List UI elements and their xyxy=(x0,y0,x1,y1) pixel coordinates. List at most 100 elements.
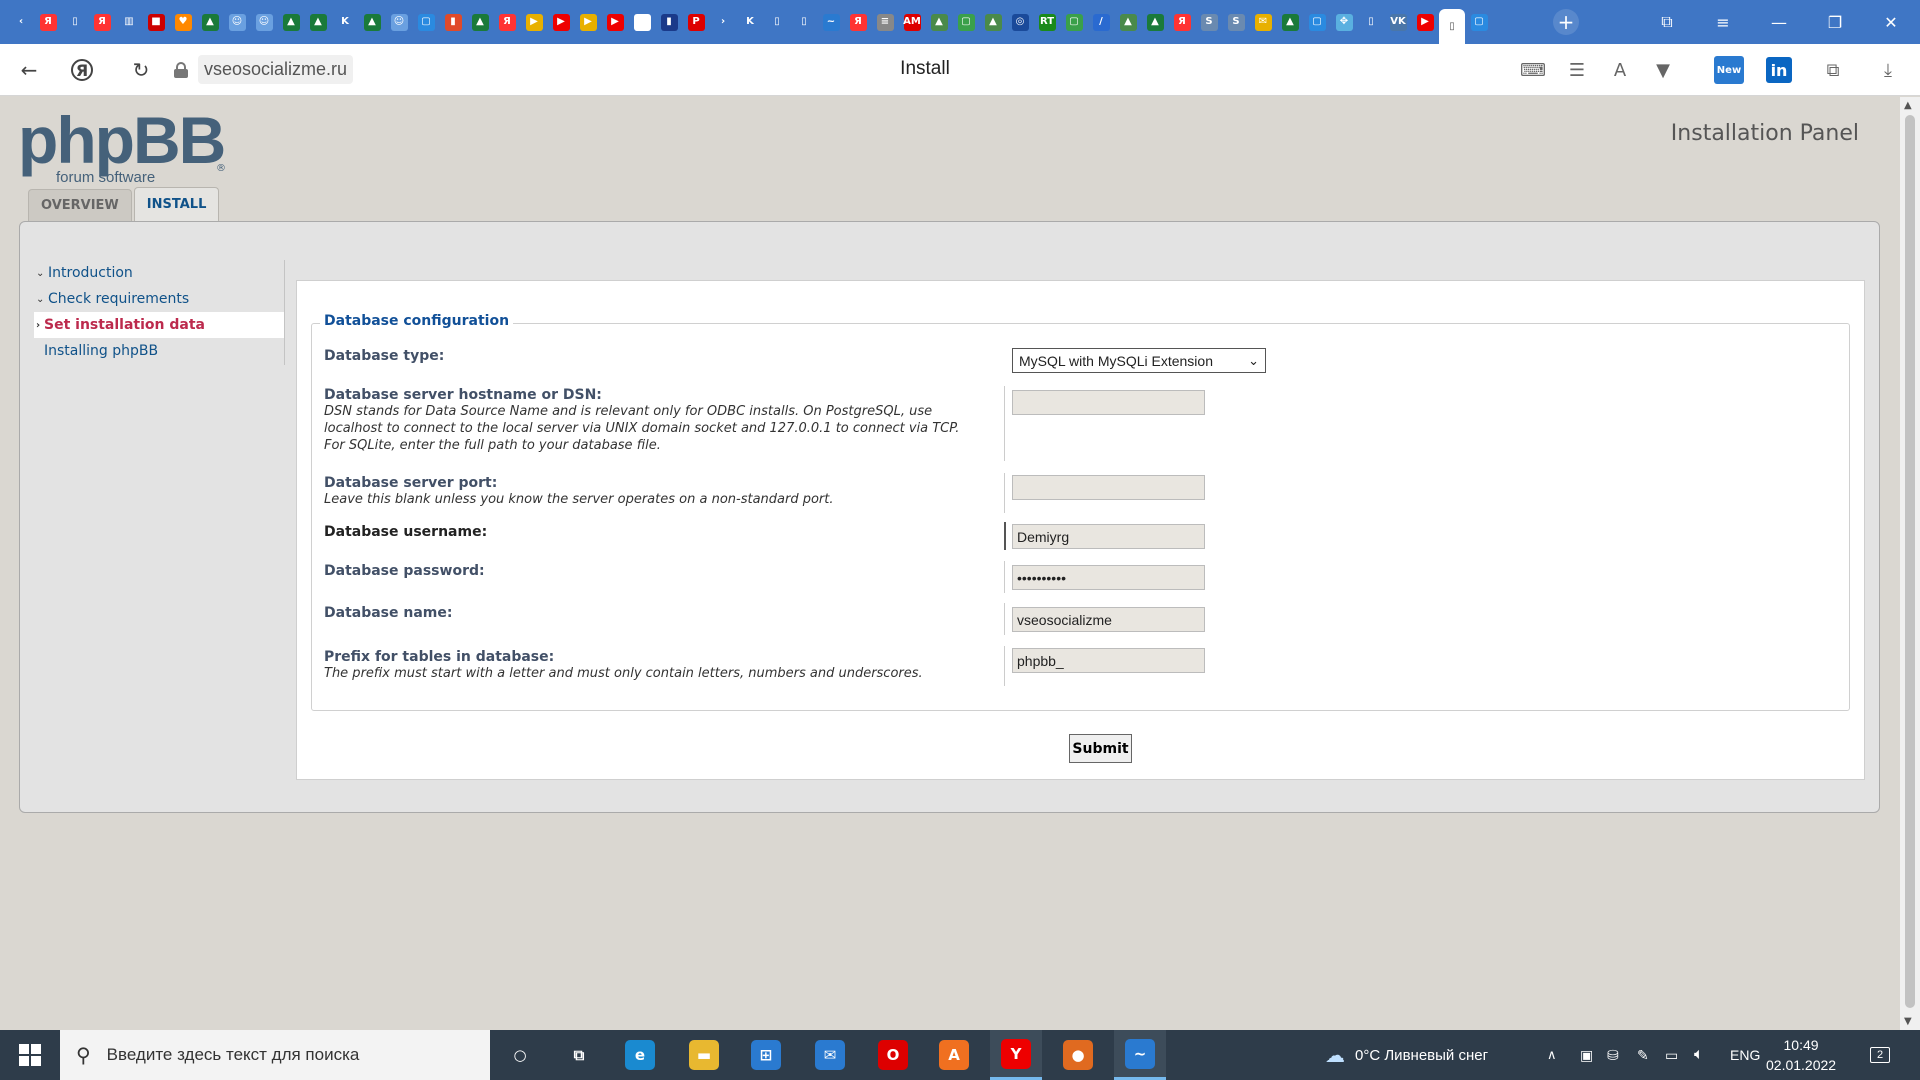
tab-favicon-play-tab[interactable]: ▶ xyxy=(575,9,601,35)
tab-favicon-bars-tab[interactable]: ▮ xyxy=(440,9,466,35)
tab-favicon-doc-active-tab[interactable]: ▯ xyxy=(1439,9,1465,44)
tab-favicon-book-tab[interactable]: ▮ xyxy=(656,9,682,35)
tab-favicon-youtube-tab[interactable]: ▶ xyxy=(1412,9,1438,35)
new-tab-button[interactable]: + xyxy=(1553,9,1579,35)
tab-favicon-wiki-tab[interactable]: W xyxy=(629,9,655,35)
db-type-select[interactable]: MySQL with MySQLi Extension ⌄ xyxy=(1012,348,1266,373)
tab-favicon-green-tab[interactable]: ▲ xyxy=(278,9,304,35)
menu-item-check-requirements[interactable]: ⌄ Check requirements xyxy=(34,286,284,312)
app-wave-taskbar-button[interactable]: ~ xyxy=(1114,1030,1166,1080)
tab-favicon-play-tab[interactable]: ▶ xyxy=(521,9,547,35)
menu-item-label[interactable]: Installing phpBB xyxy=(44,343,158,359)
volume-icon[interactable]: 🔈︎ xyxy=(1694,1030,1704,1080)
db-username-input[interactable] xyxy=(1012,524,1205,549)
tab-favicon-yandex-tab[interactable]: Я xyxy=(35,9,61,35)
translate-icon[interactable]: ⌨ xyxy=(1519,56,1547,84)
tab-favicon-back-tab[interactable]: ‹ xyxy=(8,9,34,35)
tab-favicon-green-tab[interactable]: ▲ xyxy=(1142,9,1168,35)
tab-favicon-mail-tab[interactable]: ✉ xyxy=(1250,9,1276,35)
tab-favicon-chat-tab[interactable]: ▢ xyxy=(953,9,979,35)
start-button[interactable] xyxy=(0,1030,60,1080)
menu-item-label[interactable]: Introduction xyxy=(48,265,133,281)
new-extension-icon[interactable]: New xyxy=(1714,56,1744,84)
downloads-icon[interactable]: ⤓ xyxy=(1874,56,1902,84)
tab-favicon-people-tab[interactable]: ☺ xyxy=(251,9,277,35)
tab-favicon-slash-tab[interactable]: / xyxy=(1088,9,1114,35)
page-scrollbar[interactable]: ▲ ▼ xyxy=(1900,97,1920,1030)
tab-favicon-chat-tab[interactable]: ▢ xyxy=(1304,9,1330,35)
tab-favicon-wave-tab[interactable]: ~ xyxy=(818,9,844,35)
tab-favicon-people-tab[interactable]: ☺ xyxy=(386,9,412,35)
tab-favicon-yandex-tab[interactable]: Я xyxy=(494,9,520,35)
tray-camera-icon[interactable]: ▣ xyxy=(1580,1030,1593,1080)
tab-favicon-youtube-tab[interactable]: ▶ xyxy=(548,9,574,35)
mail-taskbar-button[interactable]: ✉ xyxy=(804,1030,856,1080)
tab-install[interactable]: INSTALL xyxy=(133,187,220,221)
tab-favicon-dots-tab[interactable]: ✥ xyxy=(1331,9,1357,35)
tab-favicon-k-tab[interactable]: K xyxy=(737,9,763,35)
edge-taskbar-button[interactable]: e xyxy=(614,1030,666,1080)
db-prefix-input[interactable] xyxy=(1012,648,1205,673)
tab-favicon-doc-tab[interactable]: ▯ xyxy=(1358,9,1384,35)
tab-favicon-graph-tab[interactable]: ▲ xyxy=(1115,9,1141,35)
yandex-browser-taskbar-button[interactable]: Y xyxy=(990,1030,1042,1080)
tab-favicon-green-tab[interactable]: ▲ xyxy=(359,9,385,35)
menu-item-label[interactable]: Set installation data xyxy=(44,317,205,333)
tab-favicon-s-tab[interactable]: S xyxy=(1223,9,1249,35)
tab-favicon-chat-tab[interactable]: ▢ xyxy=(413,9,439,35)
network-icon[interactable]: ▭ xyxy=(1665,1030,1678,1080)
tab-favicon-stripes-tab[interactable]: ≡ xyxy=(872,9,898,35)
tab-overview[interactable]: OVERVIEW xyxy=(28,189,132,221)
tab-favicon-bookmark-tab[interactable]: ■ xyxy=(143,9,169,35)
tab-favicon-arrow-tab[interactable]: › xyxy=(710,9,736,35)
tab-favicon-am-tab[interactable]: AM xyxy=(899,9,925,35)
db-port-input[interactable] xyxy=(1012,475,1205,500)
tab-favicon-youtube-tab[interactable]: ▶ xyxy=(602,9,628,35)
tab-favicon-heart-tab[interactable]: ♥ xyxy=(170,9,196,35)
minimize-icon[interactable]: — xyxy=(1766,9,1792,35)
tray-disk-icon[interactable]: ⛁ xyxy=(1607,1030,1619,1080)
close-window-icon[interactable]: ✕ xyxy=(1878,9,1904,35)
tab-favicon-doc-tab[interactable]: ▯ xyxy=(791,9,817,35)
tab-favicon-green-tab[interactable]: ▲ xyxy=(467,9,493,35)
tab-favicon-chat-tab[interactable]: ▢ xyxy=(1466,9,1492,35)
menu-item-label[interactable]: Check requirements xyxy=(48,291,189,307)
scroll-thumb[interactable] xyxy=(1905,115,1915,1008)
opera-taskbar-button[interactable]: O xyxy=(867,1030,919,1080)
notifications-icon[interactable]: 2 xyxy=(1870,1030,1890,1080)
clock[interactable]: 10:49 02.01.2022 xyxy=(1766,1035,1836,1075)
scroll-down-icon[interactable]: ▼ xyxy=(1904,1016,1912,1027)
tab-favicon-k-tab[interactable]: K xyxy=(332,9,358,35)
tab-favicon-green-tab[interactable]: ▲ xyxy=(197,9,223,35)
show-hidden-icons[interactable]: ∧ xyxy=(1547,1030,1557,1080)
menu-item-installing-phpbb[interactable]: Installing phpBB xyxy=(34,338,284,364)
linkedin-icon[interactable]: in xyxy=(1766,57,1792,83)
tab-favicon-chart-tab[interactable]: ▥ xyxy=(116,9,142,35)
tab-favicon-pdf-tab[interactable]: P xyxy=(683,9,709,35)
explorer-taskbar-button[interactable]: ▬ xyxy=(678,1030,730,1080)
tab-favicon-graph-tab[interactable]: ▲ xyxy=(926,9,952,35)
store-taskbar-button[interactable]: ⊞ xyxy=(740,1030,792,1080)
tab-favicon-green-tab[interactable]: ▲ xyxy=(1277,9,1303,35)
restore-icon[interactable]: ❐ xyxy=(1822,9,1848,35)
db-password-input[interactable] xyxy=(1012,565,1205,590)
reader-mode-icon[interactable]: ☰ xyxy=(1563,56,1591,84)
tab-favicon-vk-tab[interactable]: VK xyxy=(1385,9,1411,35)
taskbar-search-box[interactable]: ⚲ Введите здесь текст для поиска xyxy=(60,1030,490,1080)
tab-favicon-s-tab[interactable]: S xyxy=(1196,9,1222,35)
tray-pen-icon[interactable]: ✎ xyxy=(1637,1030,1649,1080)
menu-item-introduction[interactable]: ⌄ Introduction xyxy=(34,260,284,286)
cortana-taskbar-button[interactable]: ○ xyxy=(494,1030,546,1080)
tabs-panel-icon[interactable]: ⧉ xyxy=(1654,9,1680,35)
tab-favicon-people-tab[interactable]: ☺ xyxy=(224,9,250,35)
bookmark-icon[interactable]: ▼ xyxy=(1649,56,1677,84)
phpbb-logo[interactable]: phpBB forum software ® xyxy=(18,107,228,187)
menu-item-set-installation-data[interactable]: › Set installation data xyxy=(34,312,284,338)
task-view-taskbar-button[interactable]: ⧉ xyxy=(553,1030,605,1080)
extension-icon[interactable]: ⧉ xyxy=(1819,56,1847,84)
db-name-input[interactable] xyxy=(1012,607,1205,632)
tab-favicon-yandex-tab[interactable]: Я xyxy=(1169,9,1195,35)
tab-favicon-globe-tab[interactable]: ◎ xyxy=(1007,9,1033,35)
tab-favicon-chat-tab[interactable]: ▢ xyxy=(1061,9,1087,35)
tab-favicon-graph-tab[interactable]: ▲ xyxy=(980,9,1006,35)
